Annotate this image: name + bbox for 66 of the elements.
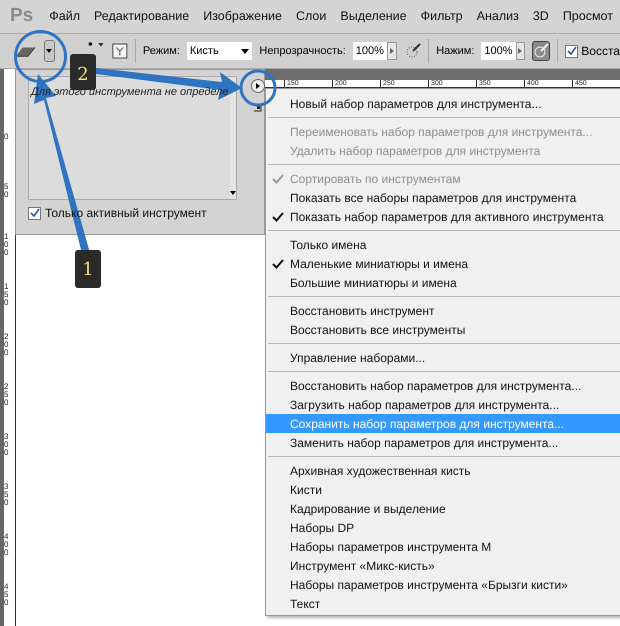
opacity-label: Непрозрачность: xyxy=(259,44,346,59)
caret-icon xyxy=(241,48,250,54)
ruler-label: 250 xyxy=(4,383,10,409)
restore-label: Восста xyxy=(581,43,620,60)
corner-icon xyxy=(253,103,262,112)
menu-item[interactable]: Просмот xyxy=(562,7,613,26)
menu-option[interactable]: Кадрирование и выделение xyxy=(266,499,620,518)
flow-field[interactable]: 100% xyxy=(481,42,516,60)
pressure-button[interactable] xyxy=(532,41,550,61)
mode-select[interactable]: Кисть xyxy=(186,42,252,60)
menu-item[interactable]: Выделение xyxy=(340,7,407,26)
menu-option[interactable]: Наборы параметров инструмента M xyxy=(266,537,620,556)
menu-option[interactable]: Большие миниатюры и имена xyxy=(266,273,620,292)
menu-option[interactable]: Управление наборами... xyxy=(266,348,620,367)
ruler-label: 50 xyxy=(4,183,10,201)
ruler-label: 200 xyxy=(4,333,10,359)
slider-toggle-button[interactable] xyxy=(386,42,397,60)
app-logo: Ps xyxy=(10,4,34,28)
menu-option[interactable]: Текст xyxy=(266,594,620,613)
check-mark-icon xyxy=(272,258,284,268)
menu-option[interactable]: Наборы параметров инструмента «Брызги кисти» xyxy=(266,575,620,594)
menu-option[interactable]: Новый набор параметров для инструмента... xyxy=(266,94,620,113)
menu-option[interactable]: Заменить набор параметров для инструмента... xyxy=(266,433,620,452)
menu-item[interactable]: Редактирование xyxy=(94,7,190,26)
menu-option[interactable]: Архивная художественная кисть xyxy=(266,461,620,480)
dropdown-button[interactable] xyxy=(44,40,54,62)
ruler-label: 450 xyxy=(4,583,10,609)
triangle-icon xyxy=(518,48,522,54)
slider-toggle-button[interactable] xyxy=(516,42,526,60)
menu-item[interactable]: Фильтр xyxy=(420,7,463,26)
ruler-label: 400 xyxy=(4,533,10,559)
ruler-label: 100 xyxy=(4,233,10,259)
menu-option[interactable]: Маленькие миниатюры и имена xyxy=(266,254,620,273)
menu-item[interactable]: 3D xyxy=(532,7,549,26)
menu-option[interactable]: Показать набор параметров для активного инструмента xyxy=(266,207,620,226)
menu-option[interactable]: Кисти xyxy=(266,480,620,499)
menu-option[interactable]: Восстановить инструмент xyxy=(266,301,620,320)
ruler-label: 350 xyxy=(4,483,10,509)
menu-option[interactable]: Загрузить набор параметров для инструмента... xyxy=(266,395,620,414)
step-badge: 2 xyxy=(70,54,96,90)
menu-item[interactable]: Файл xyxy=(49,7,80,26)
restore-checkbox[interactable] xyxy=(565,44,578,58)
mode-label: Режим: xyxy=(142,44,180,59)
brush-panel-icon[interactable] xyxy=(112,42,128,60)
menu-option[interactable]: Восстановить набор параметров для инструмента... xyxy=(266,376,620,395)
triangle-icon xyxy=(390,48,394,54)
check-mark-icon xyxy=(272,174,284,184)
menu-item[interactable]: Анализ xyxy=(476,7,519,26)
step-badge: 1 xyxy=(75,250,101,288)
opacity-field[interactable]: 100% xyxy=(352,42,387,60)
flow-label: Нажим: xyxy=(436,44,474,59)
check-mark-icon xyxy=(272,212,284,222)
menu-option[interactable]: Инструмент «Микс-кисть» xyxy=(266,556,620,575)
menu-option[interactable]: Показать все наборы параметров для инструмента xyxy=(266,188,620,207)
menu-item[interactable]: Изображение xyxy=(203,7,282,26)
menu-option[interactable]: Восстановить все инструменты xyxy=(266,320,620,339)
menu-option[interactable]: Наборы DP xyxy=(266,518,620,537)
menu-option[interactable]: Только имена xyxy=(266,235,620,254)
ruler-label: 300 xyxy=(4,433,10,459)
menu-item[interactable]: Слои xyxy=(296,7,326,26)
caret-icon xyxy=(46,49,52,53)
scroll-down-icon xyxy=(230,191,236,195)
only-active-checkbox[interactable] xyxy=(28,206,41,220)
ruler-label: 150 xyxy=(4,283,10,309)
ruler-label: 0 xyxy=(4,133,10,143)
triangle-icon xyxy=(256,83,260,89)
